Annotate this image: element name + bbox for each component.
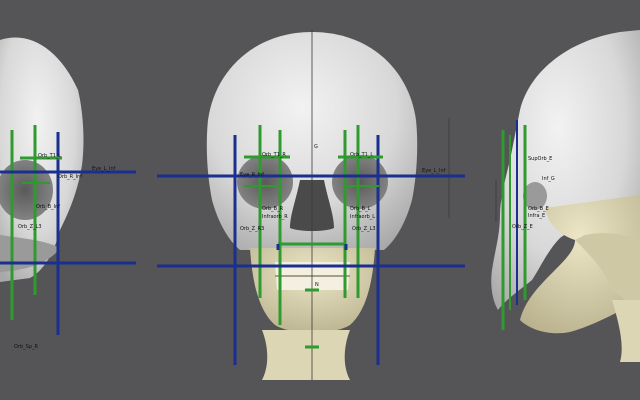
right-skull-view: SupOrb_E Inf_G Orb_B_E Infra_E Orb_Z_E [491,30,640,362]
landmark-label: Orb_B_E [528,206,549,212]
landmark-label: Eye_L_Inf [92,166,116,172]
landmark-label: Orb_B_L [350,206,371,212]
landmark-label: Orb_Sp_R [14,344,39,350]
landmark-label: Eye_R_Inf [240,172,264,178]
landmark-label: N [315,282,319,288]
landmark-label: Orb_Z_L3 [18,224,42,230]
right-orbit [237,155,293,209]
landmark-label: Orb_T1_R [262,152,286,158]
landmark-label: Inf_G [542,176,555,182]
landmark-label: Infraorb_R [262,214,288,220]
landmark-label: Orb_B_Inf [36,204,60,210]
landmark-label: Orb_Z_R3 [240,226,264,232]
viewport: Orb_T1_L Orb_R_Inf Eye_L_Inf Orb_B_Inf O… [0,0,640,400]
left-orbit [332,155,388,209]
landmark-label: Infraorb_L [350,214,375,220]
three-view-skull-render: Orb_T1_L Orb_R_Inf Eye_L_Inf Orb_B_Inf O… [0,30,640,380]
landmark-label: Orb_R_Inf [58,174,82,180]
lateral-spine [612,300,640,362]
landmark-label: Orb_B_R [262,206,284,212]
cervical-spine [262,330,350,380]
landmark-label: Orb_T1_L [350,152,373,158]
left-skull-view: Orb_T1_L Orb_R_Inf Eye_L_Inf Orb_B_Inf O… [0,37,136,350]
landmark-label: SupOrb_E [528,156,552,162]
landmark-label: Orb_Z_E [512,224,533,230]
landmark-label: G [314,144,318,150]
center-skull-view: G Orb_T1_R Orb_T1_L Eye_R_Inf Eye_L_Inf … [157,30,465,380]
landmark-label: Infra_E [528,213,545,219]
landmark-label: Eye_L_Inf [422,168,446,174]
landmark-label: Orb_Z_L3 [352,226,376,232]
landmark-label: Orb_T1_L [38,153,61,159]
